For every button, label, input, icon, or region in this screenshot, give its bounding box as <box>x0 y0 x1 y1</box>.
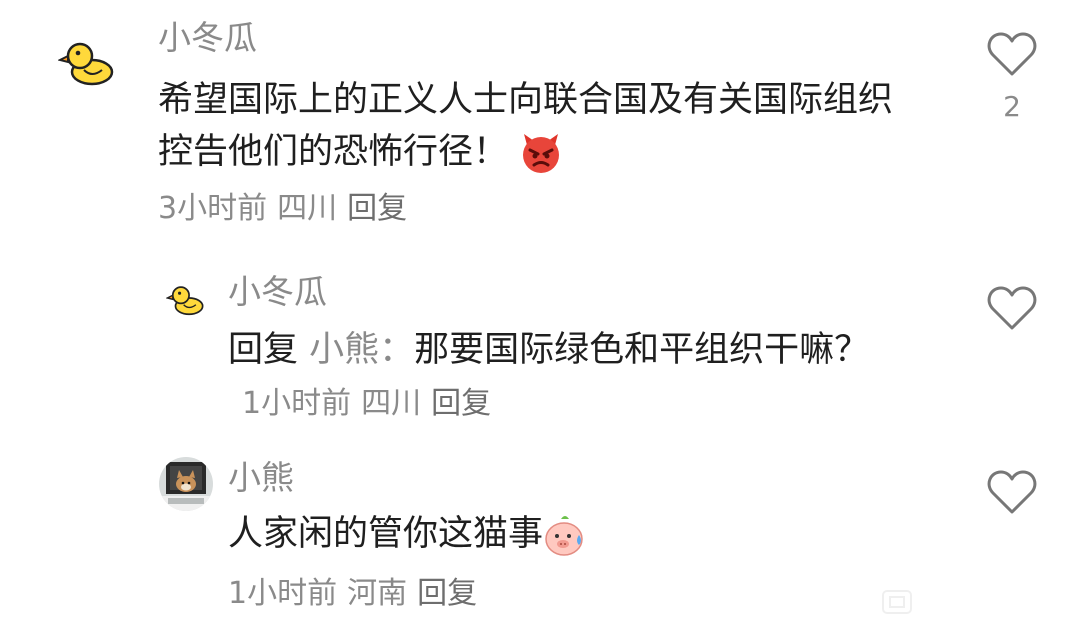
sweating-pig-emoji-icon <box>545 516 583 556</box>
comment-text: 人家闲的管你这猫事 <box>228 508 928 560</box>
username[interactable]: 小冬瓜 <box>228 272 327 312</box>
reply-button[interactable]: 回复 <box>347 191 407 226</box>
dog-photo-icon <box>159 457 213 511</box>
avatar[interactable] <box>166 284 204 316</box>
comment-text: 希望国际上的正义人士向联合国及有关国际组织控告他们的恐怖行径！ <box>158 74 918 178</box>
comment-time: 1小时前 <box>242 386 352 421</box>
comment-time: 1小时前 <box>228 576 338 611</box>
heart-outline-icon[interactable] <box>986 30 1038 78</box>
watermark-icon <box>882 590 912 614</box>
comment-time: 3小时前 <box>158 191 268 226</box>
comment-text: 回复 小熊：那要国际绿色和平组织干嘛？1小时前 四川 回复 <box>228 324 888 428</box>
username[interactable]: 小熊 <box>228 458 294 498</box>
comment-meta: 1小时前 河南 回复 <box>228 575 477 613</box>
angry-devil-emoji-icon <box>523 134 560 173</box>
heart-outline-icon[interactable] <box>986 284 1038 332</box>
reply-button[interactable]: 回复 <box>431 386 491 421</box>
like-count: 2 <box>1003 90 1021 123</box>
avatar[interactable] <box>158 456 214 512</box>
duck-icon <box>58 42 114 86</box>
reply-prefix: 回复 <box>228 330 299 370</box>
comment-text-body: 那要国际绿色和平组织干嘛？ <box>414 330 870 370</box>
comment-location: 四川 <box>277 191 338 226</box>
avatar[interactable] <box>58 40 114 86</box>
duck-icon <box>166 286 204 316</box>
comment-item: 小熊 人家闲的管你这猫事 1小时前 河南 回复 <box>0 450 1080 631</box>
comment-meta: 1小时前 四川 回复 <box>242 386 491 421</box>
reply-button[interactable]: 回复 <box>417 576 477 611</box>
username[interactable]: 小冬瓜 <box>158 18 257 58</box>
comment-location: 四川 <box>361 386 422 421</box>
comment-item: 小冬瓜 回复 小熊：那要国际绿色和平组织干嘛？1小时前 四川 回复 <box>0 260 1080 440</box>
comment-location: 河南 <box>347 576 408 611</box>
reply-target-username[interactable]: 小熊： <box>309 330 414 370</box>
heart-outline-icon[interactable] <box>986 468 1038 516</box>
comment-meta: 3小时前 四川 回复 <box>158 190 407 228</box>
comment-text-body: 人家闲的管你这猫事 <box>228 514 544 554</box>
comment-item: 小冬瓜 希望国际上的正义人士向联合国及有关国际组织控告他们的恐怖行径！ 3小时前… <box>0 0 1080 240</box>
